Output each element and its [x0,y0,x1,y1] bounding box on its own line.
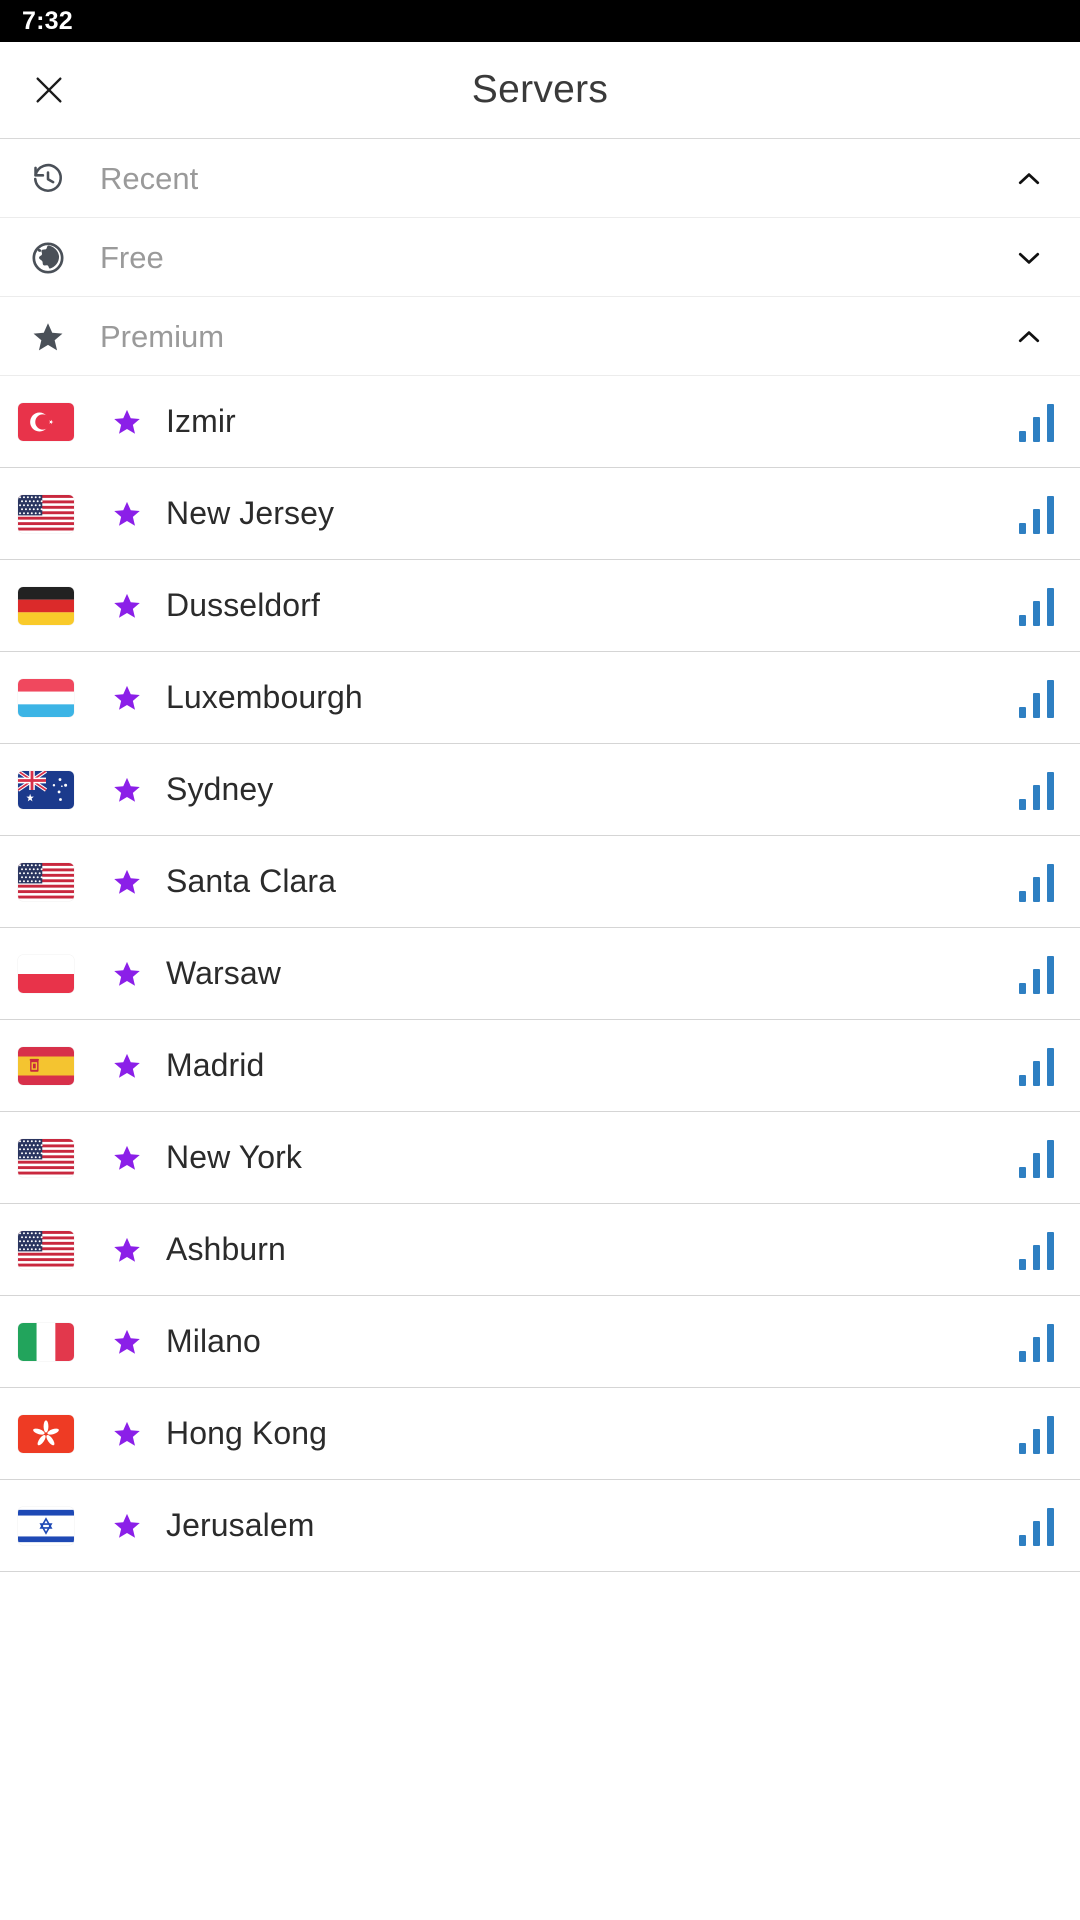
server-name: Luxembourgh [166,679,363,715]
server-name: Sydney [166,771,274,807]
premium-star-icon [110,683,144,713]
server-name: Hong Kong [166,1415,328,1451]
server-row[interactable]: Izmir [0,376,1080,468]
close-button[interactable] [18,59,80,121]
server-row[interactable]: Jerusalem [0,1480,1080,1572]
server-name: Santa Clara [166,863,337,899]
premium-star-icon [110,407,144,437]
page-title: Servers [471,68,609,111]
signal-strength-icon [1008,1322,1054,1362]
server-row[interactable]: Sydney [0,744,1080,836]
premium-star-icon [110,591,144,621]
flag-icon-au [18,770,74,809]
chevron-down-icon-free[interactable] [1006,235,1052,281]
section-label-premium: Premium [100,318,225,354]
premium-star-icon [110,499,144,529]
signal-strength-icon [1008,678,1054,718]
section-label-free: Free [100,239,164,275]
premium-star-icon [110,1511,144,1541]
server-name: Dusseldorf [166,587,320,623]
section-list: Recent Free Premium [0,139,1080,376]
flag-icon-de [18,586,74,625]
server-name: Izmir [166,403,236,439]
signal-strength-icon [1008,494,1054,534]
premium-star-icon [110,1419,144,1449]
server-name: New Jersey [166,495,335,531]
history-icon [22,153,74,205]
chevron-up-icon-premium[interactable] [1006,314,1052,360]
signal-strength-icon [1008,1046,1054,1086]
signal-strength-icon [1008,1506,1054,1546]
server-row[interactable]: Warsaw [0,928,1080,1020]
signal-strength-icon [1008,402,1054,442]
status-bar: 7:32 [0,0,1080,42]
server-row[interactable]: Madrid [0,1020,1080,1112]
server-name: Milano [166,1323,261,1359]
premium-star-icon [110,1143,144,1173]
premium-star-icon [110,775,144,805]
signal-strength-icon [1008,954,1054,994]
signal-strength-icon [1008,1138,1054,1178]
flag-icon-it [18,1322,74,1361]
flag-icon-tr [18,402,74,441]
premium-star-icon [110,959,144,989]
premium-star-icon [110,867,144,897]
server-row[interactable]: Hong Kong [0,1388,1080,1480]
close-icon [32,73,66,107]
server-name: Madrid [166,1047,265,1083]
signal-strength-icon [1008,770,1054,810]
flag-icon-hk [18,1414,74,1453]
server-name: Warsaw [166,955,281,991]
server-row[interactable]: Milano [0,1296,1080,1388]
star-icon [22,311,74,363]
premium-star-icon [110,1235,144,1265]
signal-strength-icon [1008,1414,1054,1454]
flag-icon-us [18,1230,74,1269]
premium-star-icon [110,1327,144,1357]
signal-strength-icon [1008,862,1054,902]
globe-icon [22,232,74,284]
signal-strength-icon [1008,586,1054,626]
server-row[interactable]: Dusseldorf [0,560,1080,652]
flag-icon-us [18,1138,74,1177]
flag-icon-pl [18,954,74,993]
status-bar-clock: 7:32 [22,6,73,35]
section-header-recent[interactable]: Recent [0,139,1080,218]
signal-strength-icon [1008,1230,1054,1270]
server-row[interactable]: Santa Clara [0,836,1080,928]
section-header-free[interactable]: Free [0,218,1080,297]
flag-icon-es [18,1046,74,1085]
server-name: Ashburn [166,1231,286,1267]
server-list: Izmir New Jersey Dusseldorf Luxembourgh [0,376,1080,1572]
server-row[interactable]: Luxembourgh [0,652,1080,744]
server-row[interactable]: New Jersey [0,468,1080,560]
flag-icon-il [18,1506,74,1545]
premium-star-icon [110,1051,144,1081]
flag-icon-us [18,494,74,533]
app-bar: Servers [0,42,1080,139]
chevron-up-icon-recent[interactable] [1006,156,1052,202]
section-header-premium[interactable]: Premium [0,297,1080,376]
server-name: Jerusalem [166,1507,315,1543]
server-row[interactable]: Ashburn [0,1204,1080,1296]
server-row[interactable]: New York [0,1112,1080,1204]
server-name: New York [166,1139,302,1175]
flag-icon-us [18,862,74,901]
section-label-recent: Recent [100,160,199,196]
flag-icon-lu [18,678,74,717]
